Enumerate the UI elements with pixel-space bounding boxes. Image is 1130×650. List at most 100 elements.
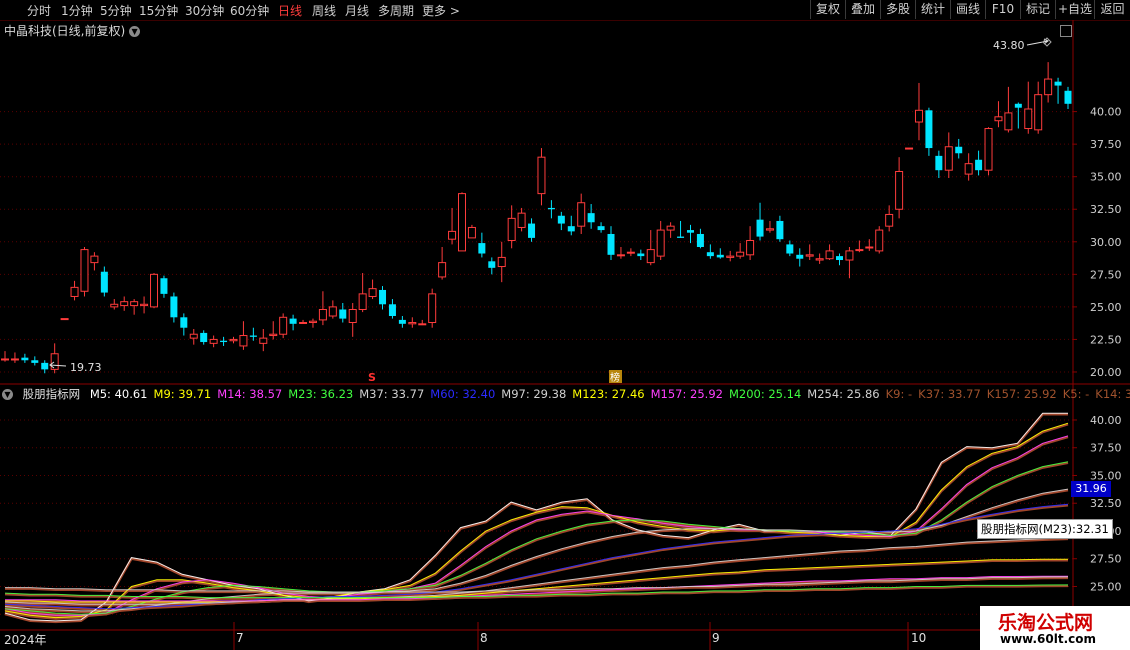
candle-body — [528, 223, 536, 238]
candle-body — [1034, 94, 1043, 131]
candle — [1014, 102, 1022, 129]
candle-body — [328, 306, 337, 317]
candle-body — [348, 308, 357, 324]
candle-body — [865, 246, 874, 249]
candle — [21, 353, 29, 363]
candle — [865, 239, 874, 251]
candle — [656, 220, 665, 261]
candle — [189, 329, 198, 345]
price-tick-label: 25.00 — [1090, 301, 1122, 314]
price-tick-label: 35.00 — [1090, 171, 1122, 184]
candle-body — [41, 362, 49, 370]
x-label-2024: 2024年 — [4, 633, 47, 647]
candle-body — [626, 251, 635, 254]
legend-entry: M200: 25.14 — [728, 387, 802, 401]
candle-body — [189, 333, 198, 339]
candle — [975, 150, 983, 176]
candle — [279, 313, 288, 339]
candle-body — [547, 207, 555, 210]
candle-body — [140, 303, 149, 307]
candle-body — [905, 147, 914, 150]
candle-body — [577, 202, 586, 227]
candle-body — [448, 230, 457, 240]
candle-body — [21, 357, 29, 361]
candle — [180, 313, 188, 336]
candle-body — [478, 243, 486, 254]
candle — [935, 150, 943, 178]
candle — [845, 247, 854, 279]
candle-body — [914, 109, 923, 123]
candle-body — [875, 229, 884, 252]
candle-body — [944, 146, 953, 171]
candle — [339, 302, 347, 323]
candle-body — [358, 293, 367, 310]
candle — [259, 329, 268, 352]
candle — [776, 215, 784, 242]
candle — [31, 356, 39, 366]
candle — [41, 360, 49, 374]
legend-entry: K5: - — [1062, 387, 1090, 401]
candle-body — [418, 323, 427, 326]
price-tick-label: 20.00 — [1090, 366, 1122, 379]
signal-marker-s[interactable]: S — [368, 371, 376, 384]
legend-entry: M60: 32.40 — [430, 387, 496, 401]
candle-body — [736, 251, 745, 257]
candle — [170, 292, 178, 323]
candle — [677, 220, 685, 238]
candle — [925, 107, 933, 156]
legend-entry: M14: 38.57 — [217, 387, 283, 401]
candle-body — [805, 254, 814, 257]
candle-body — [726, 255, 735, 258]
candle — [467, 224, 476, 239]
candle-body — [955, 146, 963, 154]
candle-body — [279, 316, 288, 335]
candle-body — [299, 322, 308, 325]
candle-body — [229, 338, 238, 342]
candle-body — [209, 338, 218, 344]
candle-body — [964, 163, 973, 175]
candle-body — [497, 256, 506, 268]
candle — [1024, 81, 1033, 134]
candle-body — [646, 249, 655, 264]
candle-body — [339, 309, 347, 319]
candle-body — [438, 262, 447, 278]
candle — [308, 318, 317, 328]
candle-body — [666, 225, 675, 231]
candle — [448, 207, 457, 245]
legend-entry: M123: 27.46 — [572, 387, 645, 401]
candle — [10, 352, 19, 363]
x-label-oct: 10 — [911, 631, 927, 645]
candle — [984, 127, 993, 176]
candle-body — [90, 255, 99, 264]
candle — [457, 192, 466, 252]
candle-body — [984, 128, 993, 171]
candle — [328, 300, 337, 319]
candle — [955, 138, 963, 159]
candle-body — [677, 236, 685, 238]
candle — [825, 244, 834, 261]
candle-body — [180, 317, 188, 328]
chevron-down-icon[interactable]: ▼ — [2, 389, 13, 400]
candle-body — [379, 289, 387, 305]
indicator-tick-label: 37.50 — [1090, 442, 1122, 455]
candle — [736, 243, 745, 259]
candle — [537, 148, 546, 206]
candle — [786, 240, 794, 257]
candle — [756, 202, 764, 241]
candle-body — [895, 170, 904, 210]
candle-body — [587, 213, 595, 223]
candle-body — [269, 333, 278, 337]
candle — [706, 244, 714, 259]
candle-body — [607, 233, 615, 255]
candle — [875, 226, 884, 254]
candle — [1064, 86, 1072, 109]
candle-body — [686, 230, 694, 233]
candle — [815, 253, 824, 264]
candle-body — [815, 258, 824, 261]
candle-body — [249, 335, 257, 337]
candle — [229, 336, 238, 344]
price-tick-label: 40.00 — [1090, 106, 1122, 119]
candle — [289, 314, 297, 331]
signal-marker-bang[interactable]: 榜 — [610, 371, 620, 384]
candle-body — [855, 249, 864, 252]
